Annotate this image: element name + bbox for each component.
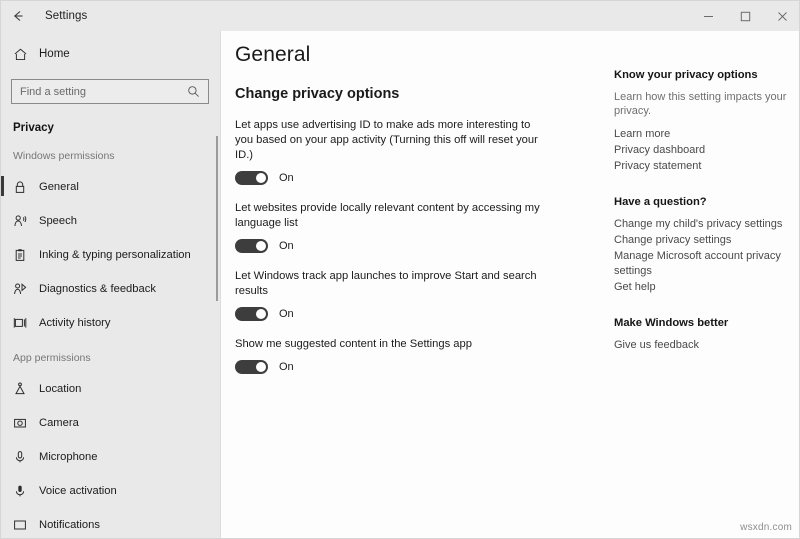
- toggle-language-list[interactable]: [235, 239, 268, 253]
- toggle-suggested-content[interactable]: [235, 360, 268, 374]
- sidebar-item-microphone[interactable]: Microphone: [1, 443, 220, 470]
- sidebar-item-microphone-label: Microphone: [39, 450, 98, 463]
- sidebar-item-camera[interactable]: Camera: [1, 409, 220, 436]
- diagnostics-person-icon: [13, 282, 39, 296]
- setting-label: Show me suggested content in the Setting…: [235, 338, 472, 350]
- sidebar-item-notifications-label: Notifications: [39, 518, 100, 531]
- setting-label: Let websites provide locally relevant co…: [235, 202, 540, 229]
- toggle-row: On: [235, 360, 606, 374]
- home-icon: [13, 47, 39, 62]
- search-icon[interactable]: [187, 85, 208, 98]
- sidebar-scrollbar[interactable]: [216, 136, 218, 301]
- setting-label: Let Windows track app launches to improv…: [235, 270, 537, 297]
- link-manage-microsoft-account-privacy-settings[interactable]: Manage Microsoft account privacy setting…: [614, 249, 791, 279]
- toggle-row: On: [235, 171, 606, 185]
- watermark: wsxdn.com: [740, 522, 792, 533]
- link-give-us-feedback[interactable]: Give us feedback: [614, 338, 791, 353]
- sidebar-item-inking-typing[interactable]: Inking & typing personalization: [1, 241, 220, 268]
- sidebar-item-activity-history[interactable]: Activity history: [1, 309, 220, 336]
- caption-buttons: [690, 1, 799, 31]
- toggle-track-app-launches[interactable]: [235, 307, 268, 321]
- sidebar-section-title: Privacy: [13, 122, 54, 134]
- section-title: Change privacy options: [235, 86, 400, 102]
- link-get-help[interactable]: Get help: [614, 280, 791, 295]
- toggle-row: On: [235, 307, 606, 321]
- toggle-state-label: On: [279, 308, 294, 320]
- app-title: Settings: [45, 10, 88, 22]
- camera-icon: [13, 416, 39, 430]
- rail-block-have-a-question: Have a question? Change my child's priva…: [614, 196, 791, 295]
- sidebar-item-diagnostics-feedback[interactable]: Diagnostics & feedback: [1, 275, 220, 302]
- rail-block-make-windows-better: Make Windows better Give us feedback: [614, 317, 791, 353]
- sidebar-item-speech-label: Speech: [39, 214, 77, 227]
- setting-language-list: Let websites provide locally relevant co…: [235, 201, 606, 253]
- link-learn-more[interactable]: Learn more: [614, 127, 791, 142]
- toggle-state-label: On: [279, 240, 294, 252]
- rail-description: Learn how this setting impacts your priv…: [614, 91, 787, 117]
- sidebar-item-diagnostics-feedback-label: Diagnostics & feedback: [39, 282, 156, 295]
- sidebar-item-activity-history-label: Activity history: [39, 316, 111, 329]
- location-pin-icon: [13, 382, 39, 396]
- sidebar-item-general-label: General: [39, 180, 79, 193]
- sidebar-item-speech[interactable]: Speech: [1, 207, 220, 234]
- sidebar-item-general[interactable]: General: [1, 173, 220, 200]
- setting-advertising-id: Let apps use advertising ID to make ads …: [235, 118, 606, 185]
- activity-history-icon: [13, 316, 39, 330]
- sidebar-item-home[interactable]: Home: [1, 39, 220, 69]
- link-change-privacy-settings[interactable]: Change privacy settings: [614, 233, 791, 248]
- sidebar-group-windows-permissions: Windows permissions: [13, 150, 115, 162]
- sidebar-item-voice-activation[interactable]: Voice activation: [1, 477, 220, 504]
- rail-heading: Know your privacy options: [614, 69, 758, 81]
- back-button[interactable]: [1, 1, 35, 31]
- settings-window: Settings Home Find a setting Privacy Win…: [0, 0, 800, 539]
- voice-activation-icon: [13, 484, 39, 498]
- toggle-knob: [256, 173, 266, 183]
- sidebar-item-home-label: Home: [39, 48, 70, 60]
- sidebar: Home Privacy Windows permissions General: [1, 31, 220, 538]
- sidebar-item-inking-typing-label: Inking & typing personalization: [39, 248, 191, 261]
- setting-suggested-content: Show me suggested content in the Setting…: [235, 337, 606, 374]
- maximize-icon: [740, 11, 751, 22]
- toggle-row: On: [235, 239, 606, 253]
- sidebar-item-voice-activation-label: Voice activation: [39, 484, 117, 497]
- link-privacy-statement[interactable]: Privacy statement: [614, 159, 791, 174]
- page-title: General: [235, 43, 311, 66]
- toggle-state-label: On: [279, 361, 294, 373]
- main-content: General Change privacy options Let apps …: [221, 31, 606, 538]
- sidebar-item-notifications[interactable]: Notifications: [1, 511, 220, 538]
- toggle-knob: [256, 362, 266, 372]
- rail-block-privacy-options: Know your privacy options Learn how this…: [614, 69, 791, 174]
- title-bar: Settings: [1, 1, 799, 31]
- maximize-button[interactable]: [727, 1, 764, 31]
- microphone-icon: [13, 450, 39, 464]
- sidebar-group-app-permissions: App permissions: [13, 352, 91, 364]
- clipboard-pen-icon: [13, 248, 39, 262]
- lock-icon: [13, 180, 39, 194]
- setting-track-app-launches: Let Windows track app launches to improv…: [235, 269, 606, 321]
- close-icon: [777, 11, 788, 22]
- search-box[interactable]: [11, 79, 209, 104]
- toggle-advertising-id[interactable]: [235, 171, 268, 185]
- toggle-knob: [256, 241, 266, 251]
- speech-person-icon: [13, 214, 39, 228]
- back-arrow-icon: [11, 9, 25, 23]
- sidebar-item-camera-label: Camera: [39, 416, 79, 429]
- link-change-child-privacy-settings[interactable]: Change my child's privacy settings: [614, 217, 791, 232]
- rail-heading: Have a question?: [614, 196, 707, 208]
- toggle-state-label: On: [279, 172, 294, 184]
- close-button[interactable]: [764, 1, 799, 31]
- search-input[interactable]: [12, 85, 187, 98]
- link-privacy-dashboard[interactable]: Privacy dashboard: [614, 143, 791, 158]
- minimize-icon: [703, 11, 714, 22]
- toggle-knob: [256, 309, 266, 319]
- minimize-button[interactable]: [690, 1, 727, 31]
- setting-label: Let apps use advertising ID to make ads …: [235, 119, 538, 161]
- notifications-icon: [13, 518, 39, 532]
- sidebar-item-location-label: Location: [39, 382, 82, 395]
- right-rail: Know your privacy options Learn how this…: [606, 31, 799, 538]
- rail-heading: Make Windows better: [614, 317, 729, 329]
- sidebar-item-location[interactable]: Location: [1, 375, 220, 402]
